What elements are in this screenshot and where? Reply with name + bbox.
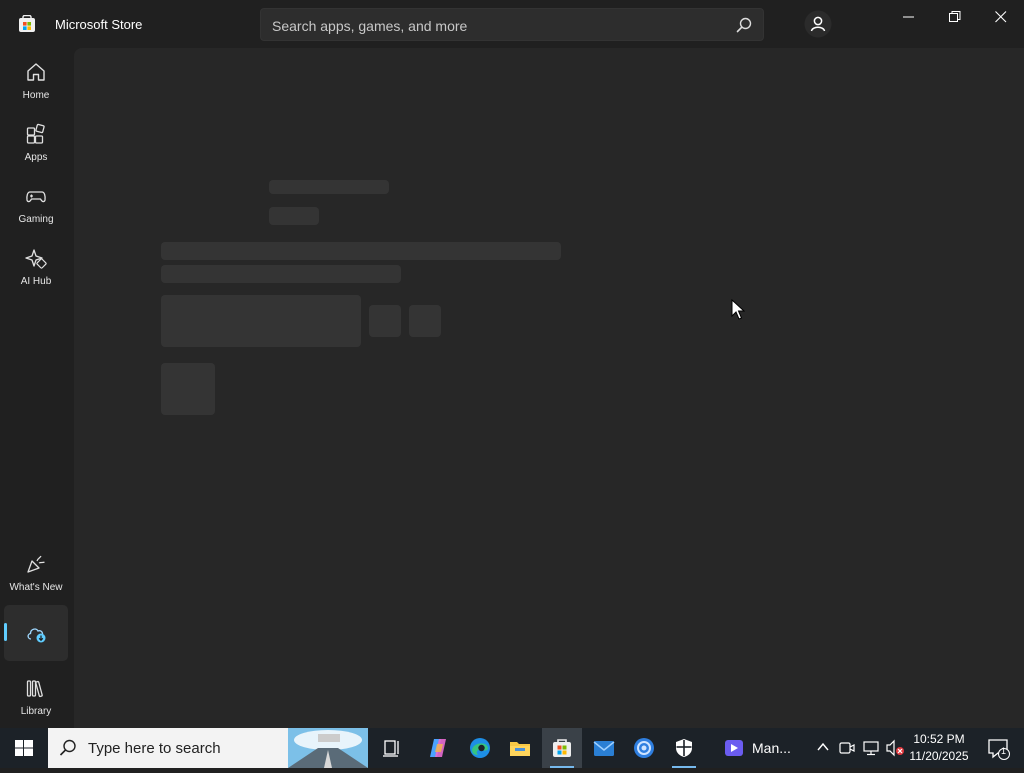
close-button[interactable] — [978, 0, 1024, 32]
skeleton-button — [161, 295, 361, 347]
main-content-loading — [74, 48, 1024, 728]
restore-icon — [949, 11, 961, 22]
shield-icon — [676, 739, 692, 757]
sidebar-nav: Home Apps Gaming AI Hub What's New Libra… — [0, 48, 72, 728]
security-taskbar-button[interactable] — [664, 728, 704, 768]
taskbar-search-placeholder: Type here to search — [88, 740, 221, 757]
home-icon — [27, 63, 45, 81]
account-icon[interactable] — [804, 10, 832, 38]
store-icon — [553, 739, 571, 757]
browser-taskbar-button[interactable] — [624, 728, 664, 768]
app-title: Microsoft Store — [55, 17, 143, 32]
restore-button[interactable] — [932, 0, 978, 32]
search-icon — [59, 739, 76, 756]
skeleton-title — [269, 180, 389, 194]
windows-logo-icon — [15, 740, 33, 756]
cloud-download-icon — [27, 628, 46, 643]
whats-new-icon — [27, 555, 45, 573]
skeleton-subtitle — [269, 207, 319, 225]
meet-now-icon[interactable] — [839, 739, 855, 757]
copilot-icon — [430, 739, 446, 757]
folder-icon — [510, 742, 530, 756]
edge-taskbar-button[interactable] — [460, 728, 500, 768]
mouse-cursor-icon — [731, 299, 745, 320]
taskbar: Type here to search Man... 10:52 PM 11/2… — [0, 728, 1024, 768]
search-icon[interactable] — [735, 16, 753, 34]
minimize-button[interactable] — [886, 0, 932, 32]
meeting-app-taskbar-button[interactable] — [714, 728, 754, 768]
close-icon — [995, 11, 1007, 23]
skeleton-tile — [161, 363, 215, 415]
active-indicator — [4, 623, 7, 641]
sidebar-item-label: What's New — [9, 582, 63, 593]
sidebar-item-label: Library — [20, 706, 52, 717]
sidebar-item-label: Apps — [24, 152, 48, 163]
clock-time: 10:52 PM — [913, 732, 965, 746]
sidebar-item-library[interactable]: Library — [4, 668, 68, 724]
skeleton-icon-button — [369, 305, 401, 337]
network-icon[interactable] — [862, 739, 880, 757]
sidebar-item-gaming[interactable]: Gaming — [4, 176, 68, 232]
skeleton-icon-button — [409, 305, 441, 337]
browser-icon — [634, 738, 654, 758]
sidebar-item-label: Gaming — [18, 214, 54, 225]
task-view-button[interactable] — [372, 728, 412, 768]
gaming-icon — [26, 191, 46, 203]
store-taskbar-button[interactable] — [542, 728, 582, 768]
search-placeholder: Search apps, games, and more — [272, 18, 468, 34]
notification-count-badge: 1 — [1001, 746, 1007, 756]
sidebar-item-label: Home — [22, 90, 50, 101]
sidebar-item-apps[interactable]: Apps — [4, 114, 68, 170]
search-highlight-illustration — [288, 728, 368, 768]
sidebar-item-whats-new[interactable]: What's New — [4, 544, 68, 600]
file-explorer-taskbar-button[interactable] — [500, 728, 540, 768]
clock-date: 11/20/2025 — [909, 749, 969, 763]
mail-taskbar-button[interactable] — [584, 728, 624, 768]
store-app-icon — [19, 15, 35, 32]
minimize-icon — [903, 16, 914, 18]
skeleton-line — [161, 242, 561, 260]
skeleton-line — [161, 265, 401, 283]
volume-muted-icon[interactable] — [885, 739, 905, 757]
video-app-icon — [725, 740, 743, 756]
task-view-icon — [383, 740, 399, 757]
copilot-taskbar-button[interactable] — [418, 728, 458, 768]
apps-icon — [26, 123, 45, 144]
library-icon — [26, 680, 43, 698]
chevron-up-icon[interactable] — [816, 739, 830, 755]
edge-icon — [470, 738, 490, 758]
microsoft-store-window: Microsoft Store Search apps, games, and … — [0, 0, 1024, 728]
ai-hub-icon — [25, 249, 47, 269]
taskbar-search-box[interactable]: Type here to search — [48, 728, 368, 768]
mail-icon — [593, 741, 615, 756]
title-bar: Microsoft Store Search apps, games, and … — [0, 0, 1024, 48]
notification-icon — [988, 739, 1010, 760]
sidebar-item-downloads[interactable] — [4, 605, 68, 661]
search-input[interactable]: Search apps, games, and more — [260, 8, 764, 41]
notifications-button[interactable]: 1 — [978, 728, 1018, 768]
sidebar-item-label: AI Hub — [20, 276, 52, 287]
system-clock[interactable]: 10:52 PM 11/20/2025 — [906, 731, 972, 765]
running-app-label[interactable]: Man... — [752, 740, 791, 756]
sidebar-item-home[interactable]: Home — [4, 52, 68, 108]
sidebar-item-ai-hub[interactable]: AI Hub — [4, 238, 68, 294]
start-button[interactable] — [0, 728, 48, 768]
